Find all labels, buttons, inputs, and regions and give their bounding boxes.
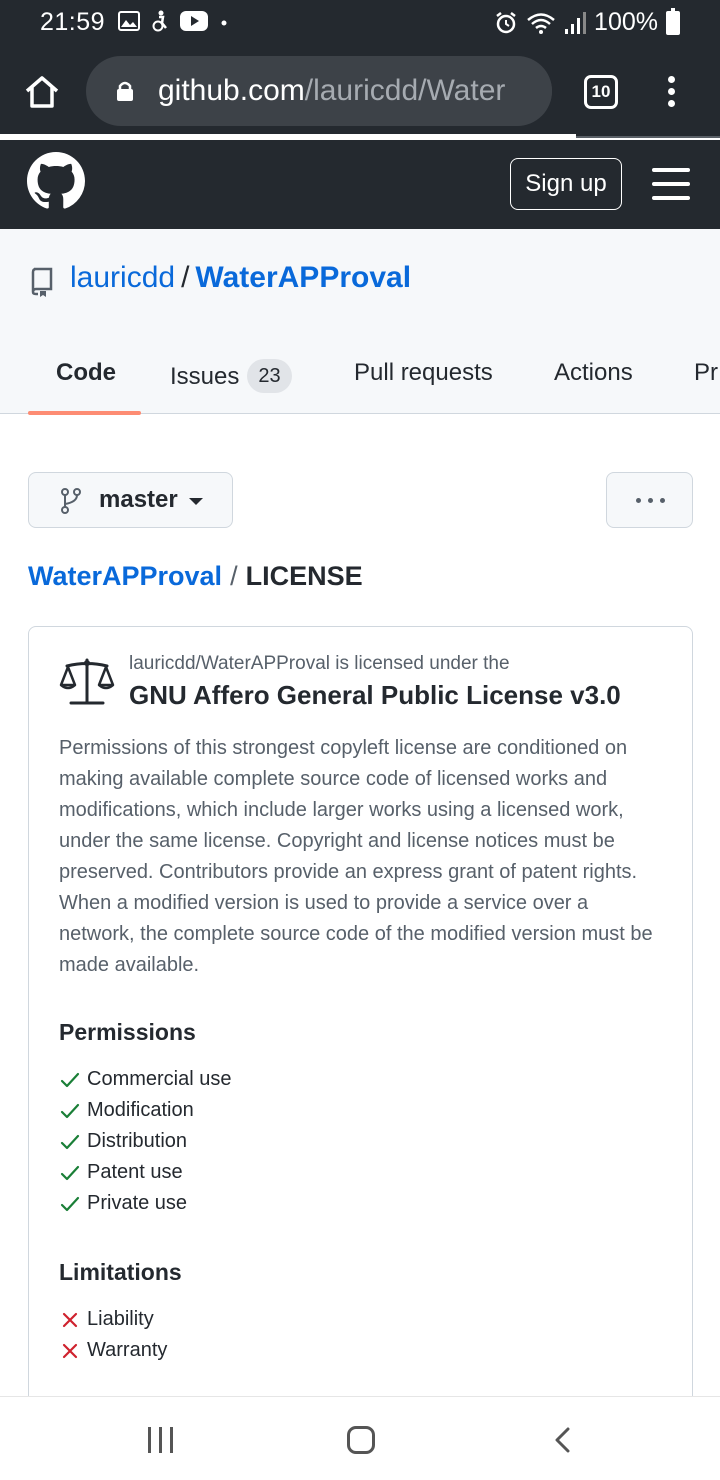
github-header: Sign up (0, 140, 720, 229)
permission-label: Patent use (87, 1161, 183, 1183)
youtube-icon (180, 11, 208, 31)
tab-switcher-button[interactable]: 10 (584, 75, 618, 109)
dot-icon (221, 20, 227, 26)
tab-pull-requests[interactable]: Pull requests (354, 359, 493, 387)
list-item: Liability (59, 1304, 167, 1335)
license-description: Permissions of this strongest copyleft l… (59, 737, 653, 976)
x-icon (62, 1343, 78, 1358)
permissions-list: Commercial use Modification Distribution… (59, 1064, 231, 1219)
repo-header: lauricdd / WaterAPProval Code Issues 23 Pul… (0, 229, 720, 415)
status-left-icons (118, 10, 230, 32)
check-icon (60, 1134, 80, 1149)
x-icon (62, 1312, 78, 1327)
lock-icon (117, 81, 133, 101)
license-name: GNU Affero General Public License v3.0 (129, 680, 621, 710)
check-icon (60, 1072, 80, 1087)
chevron-down-icon (189, 498, 203, 505)
github-logo-icon[interactable] (27, 152, 85, 210)
branch-name: master (99, 486, 178, 513)
gallery-icon (118, 11, 140, 31)
more-options-button[interactable] (606, 472, 693, 528)
page: 21:59 100% github.com/lauricdd/Water 10 (0, 0, 720, 1480)
page-load-track (576, 136, 720, 138)
signal-icon (565, 11, 587, 34)
breadcrumb-repo-link[interactable]: WaterAPProval (28, 561, 222, 591)
tab-code[interactable]: Code (56, 359, 116, 387)
system-nav-bar (0, 1396, 720, 1480)
list-item: Commercial use (59, 1064, 231, 1095)
list-item: Private use (59, 1188, 231, 1219)
branch-select-button[interactable]: master (28, 472, 233, 528)
status-bar: 21:59 100% (0, 0, 720, 44)
status-time: 21:59 (40, 8, 106, 36)
status-right: 100% (494, 7, 680, 37)
recent-apps-icon[interactable] (146, 1427, 176, 1453)
limitation-label: Warranty (87, 1339, 168, 1361)
repo-icon (31, 267, 53, 297)
repo-name-link[interactable]: WaterAPProval (195, 261, 411, 294)
tab-issues-label: Issues (170, 363, 240, 390)
permission-label: Commercial use (87, 1068, 232, 1090)
list-item: Modification (59, 1095, 231, 1126)
page-load-progress (0, 134, 576, 138)
tab-projects[interactable]: Pr (694, 359, 718, 387)
license-summary-box: lauricdd/WaterAPProval is licensed under… (28, 626, 693, 1426)
tab-actions[interactable]: Actions (554, 359, 633, 387)
repo-tabs: Code Issues 23 Pull requests Actions Pr (0, 349, 720, 414)
hamburger-menu-icon[interactable] (652, 168, 692, 202)
address-bar[interactable]: github.com/lauricdd/Water (86, 56, 552, 126)
law-scale-icon (59, 658, 115, 705)
url-host: github.com (158, 74, 305, 107)
battery-percent: 100% (594, 8, 658, 36)
check-icon (60, 1165, 80, 1180)
permission-label: Modification (87, 1099, 194, 1121)
check-icon (60, 1103, 80, 1118)
wifi-icon (527, 12, 555, 34)
back-icon[interactable] (552, 1427, 576, 1453)
limitations-list: Liability Warranty (59, 1304, 167, 1366)
alarm-icon (496, 11, 516, 33)
repo-owner-link[interactable]: lauricdd (70, 261, 175, 294)
limitations-heading: Limitations (59, 1259, 182, 1285)
list-item: Distribution (59, 1126, 231, 1157)
permissions-heading: Permissions (59, 1019, 196, 1045)
breadcrumb-file: LICENSE (245, 561, 363, 591)
home-nav-icon[interactable] (347, 1426, 375, 1454)
url-path: /lauricdd/Water (304, 74, 506, 107)
tab-issues[interactable]: Issues 23 (170, 359, 292, 393)
permission-label: Distribution (87, 1130, 188, 1152)
list-item: Warranty (59, 1335, 167, 1366)
list-item: Patent use (59, 1157, 231, 1188)
home-icon[interactable] (22, 72, 62, 112)
breadcrumb-separator: / (230, 561, 238, 591)
file-breadcrumb: WaterAPProval / LICENSE (28, 561, 363, 592)
repo-path: lauricdd / WaterAPProval (70, 261, 411, 295)
sign-up-button[interactable]: Sign up (510, 158, 622, 210)
active-tab-underline (28, 411, 141, 415)
license-intro: lauricdd/WaterAPProval is licensed under… (129, 653, 510, 674)
permission-label: Private use (87, 1192, 188, 1214)
issues-counter: 23 (247, 359, 292, 393)
url-text: github.com/lauricdd/Water (158, 74, 505, 108)
limitation-label: Liability (87, 1308, 154, 1330)
browser-menu-button[interactable] (664, 76, 678, 110)
url-fade (512, 56, 552, 126)
accessibility-icon (152, 10, 167, 32)
git-branch-icon (61, 488, 81, 514)
browser-toolbar: github.com/lauricdd/Water 10 (0, 44, 720, 138)
battery-icon (666, 7, 680, 35)
repo-path-separator: / (181, 261, 190, 294)
check-icon (60, 1196, 80, 1211)
